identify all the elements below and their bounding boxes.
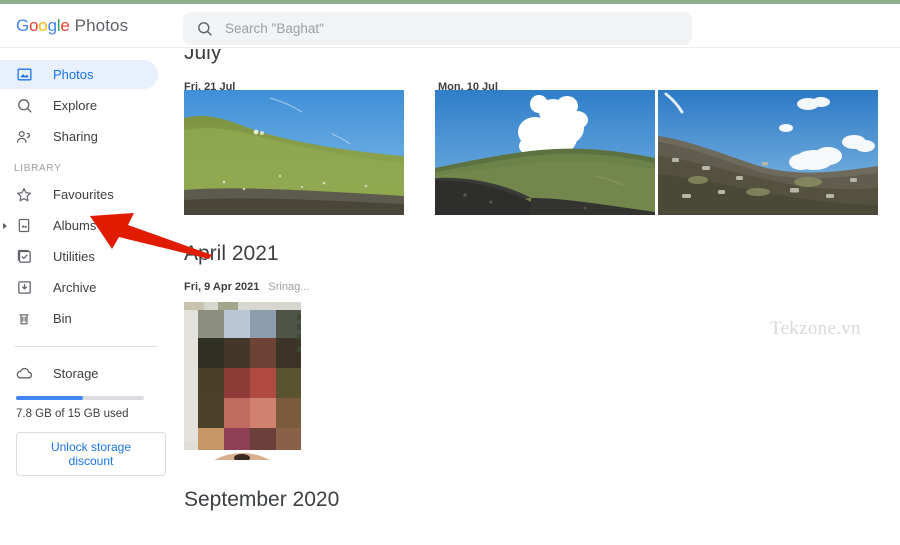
google-wordmark: Google [16, 15, 70, 35]
section-september-2020: September 2020 [166, 488, 900, 512]
photo-thumbnail[interactable] [184, 302, 301, 460]
photo-rocky-slope [658, 90, 878, 215]
search-input[interactable] [225, 21, 692, 36]
sidebar-item-label: Photos [53, 67, 94, 82]
storage-label: Storage [53, 365, 99, 381]
utilities-icon [14, 247, 34, 267]
section-april-2021: April 2021 Fri, 9 Apr 2021 Srinag... [166, 242, 900, 460]
sidebar-item-label: Albums [53, 218, 97, 233]
cloud-icon [14, 363, 34, 383]
photo-thumbnail[interactable] [658, 90, 878, 215]
storage-progress-bar [16, 396, 144, 400]
photo-thumbnail[interactable] [435, 90, 655, 215]
watermark: Tekzone.vn [770, 318, 861, 339]
month-heading: September 2020 [184, 488, 340, 511]
brand-logo[interactable]: Google Photos [16, 16, 166, 36]
sidebar-item-label: Favourites [53, 187, 114, 202]
sidebar-item-label: Explore [53, 98, 98, 113]
google-photos-window: Google Photos Photos [0, 0, 900, 545]
sidebar-item-utilities[interactable]: Utilities [0, 242, 158, 271]
library-section-label: LIBRARY [14, 163, 62, 174]
month-heading: July [184, 49, 222, 64]
star-icon [14, 185, 34, 205]
trash-icon [14, 309, 34, 329]
section-july: July Fri, 21 Jul Mon, 10 Jul [166, 49, 900, 215]
photo-pixelated-portrait [184, 302, 301, 460]
sidebar: Photos Explore Sharing LIBRARY Favourite… [0, 49, 166, 545]
sidebar-item-label: Sharing [53, 129, 98, 144]
sidebar-item-albums[interactable]: Albums [0, 211, 158, 240]
sidebar-item-explore[interactable]: Explore [0, 91, 158, 120]
photo-cloud-over-hill [435, 90, 655, 215]
storage-progress-fill [16, 396, 83, 400]
search-icon [14, 96, 34, 116]
sidebar-item-storage[interactable]: Storage [0, 359, 166, 387]
sidebar-item-archive[interactable]: Archive [0, 273, 158, 302]
photo-green-hillside [184, 90, 404, 215]
photo-grid-main: July Fri, 21 Jul Mon, 10 Jul April 2021 … [166, 49, 900, 545]
people-icon [14, 127, 34, 147]
archive-icon [14, 278, 34, 298]
sidebar-divider [14, 346, 158, 347]
sidebar-item-favourites[interactable]: Favourites [0, 180, 158, 209]
day-group-header: Fri, 9 Apr 2021 Srinag... [184, 281, 900, 293]
sidebar-item-label: Archive [53, 280, 97, 295]
day-date-label: Fri, 9 Apr 2021 [184, 281, 260, 293]
storage-used-text: 7.8 GB of 15 GB used [16, 408, 129, 420]
unlock-storage-discount-button[interactable]: Unlock storage discount [16, 432, 166, 476]
product-name: Photos [74, 15, 129, 35]
day-place-label: Srinag... [268, 281, 310, 293]
sidebar-item-sharing[interactable]: Sharing [0, 122, 158, 151]
photo-icon [14, 65, 34, 85]
albums-icon [14, 216, 34, 236]
sidebar-item-label: Bin [53, 311, 72, 326]
search-bar[interactable] [183, 12, 692, 45]
app-header: Google Photos [0, 4, 900, 48]
photo-thumbnail[interactable] [184, 90, 404, 215]
search-icon [198, 22, 212, 36]
photo-group-gap [404, 90, 435, 215]
sidebar-item-photos[interactable]: Photos [0, 60, 158, 89]
sidebar-item-label: Utilities [53, 249, 95, 264]
sidebar-item-bin[interactable]: Bin [0, 304, 158, 333]
month-heading: April 2021 [184, 242, 279, 265]
photo-row-july [184, 90, 900, 215]
chevron-right-icon[interactable] [3, 222, 7, 229]
